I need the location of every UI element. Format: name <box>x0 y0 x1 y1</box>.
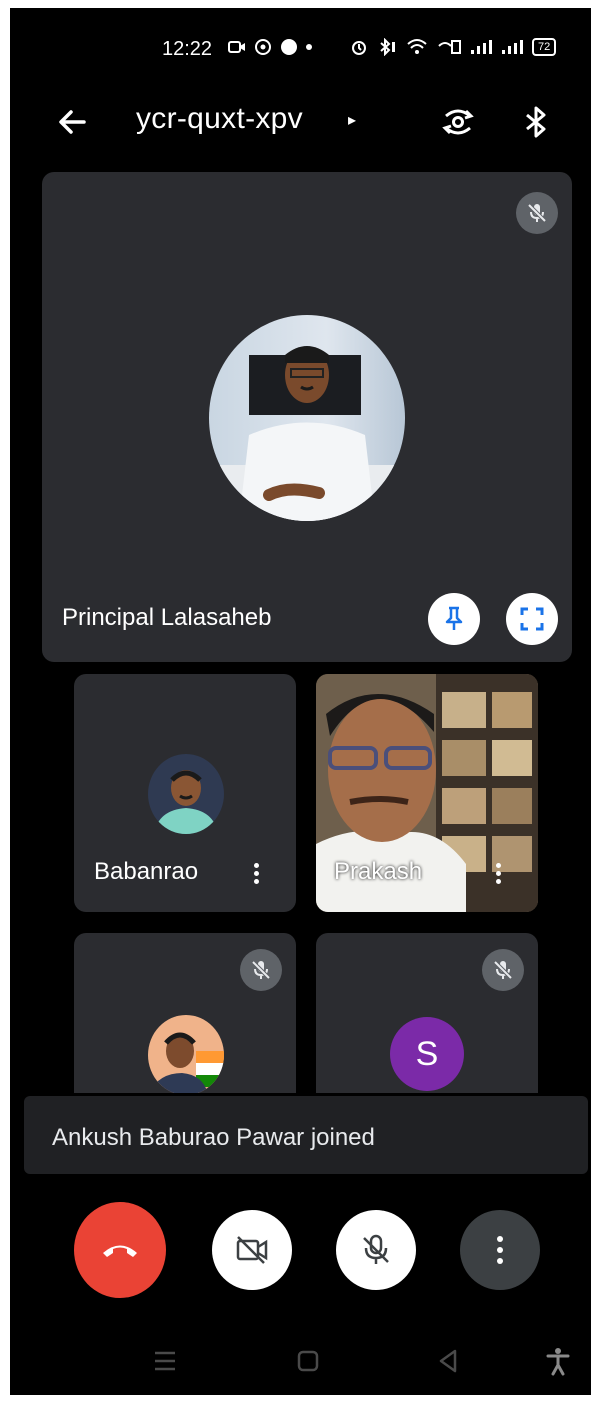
participant-tile-prakash[interactable]: Prakash <box>316 674 538 912</box>
fullscreen-button[interactable] <box>506 593 558 645</box>
microphone-toggle-button[interactable] <box>336 1210 416 1290</box>
meeting-header: ycr-quxt-xpv ▸ <box>10 88 591 158</box>
battery-level: 72 <box>532 38 557 56</box>
bluetooth-vibrate-icon <box>380 38 395 56</box>
mic-off-icon <box>527 203 547 223</box>
system-icons: 72 <box>350 38 557 56</box>
participant-tile-s[interactable]: S <box>316 933 538 1093</box>
initial-avatar: S <box>390 1017 464 1091</box>
avatar-principal <box>209 315 405 521</box>
alarm-icon <box>352 41 366 55</box>
signal-icon-2 <box>502 40 523 54</box>
participant-tile-main[interactable]: Principal Lalasaheb <box>42 172 572 662</box>
fullscreen-icon <box>520 607 544 631</box>
mic-off-icon <box>363 1234 389 1264</box>
participant-name: Prakash <box>334 858 423 885</box>
back-arrow-icon[interactable] <box>54 104 90 140</box>
participant-name: Principal Lalasaheb <box>62 604 272 631</box>
status-time: 12:22 <box>162 38 213 60</box>
pin-icon <box>445 606 463 630</box>
participant-tile-babanrao[interactable]: Babanrao <box>74 674 296 912</box>
hang-up-icon <box>103 1245 137 1257</box>
more-vert-icon <box>497 1236 503 1264</box>
home-icon[interactable] <box>293 1346 323 1376</box>
mic-off-badge <box>482 949 524 991</box>
status-bar: 12:22 72 <box>10 8 591 78</box>
jio-icon <box>281 39 297 55</box>
video-icon <box>228 41 245 53</box>
volte-icon <box>438 40 461 54</box>
end-call-button[interactable] <box>74 1202 166 1298</box>
system-nav-bar <box>10 1328 591 1395</box>
participant-name: Babanrao <box>94 858 199 885</box>
switch-camera-icon[interactable] <box>438 102 478 142</box>
wifi-icon <box>407 39 427 54</box>
menu-icon[interactable] <box>150 1346 180 1376</box>
meeting-code[interactable]: ycr-quxt-xpv <box>136 102 303 136</box>
mic-off-icon <box>493 960 513 980</box>
camera-toggle-button[interactable] <box>212 1210 292 1290</box>
notification-icons <box>228 38 312 56</box>
avatar-participant <box>148 1015 224 1093</box>
bluetooth-audio-icon[interactable] <box>516 102 556 142</box>
more-options-icon[interactable] <box>494 860 502 890</box>
whatsapp-icon <box>255 39 271 55</box>
more-options-button[interactable] <box>460 1210 540 1290</box>
phone-screen: 12:22 72 ycr-quxt-xpv ▸ Principal Lalasa… <box>10 8 591 1395</box>
mic-off-icon <box>251 960 271 980</box>
back-icon[interactable] <box>433 1346 463 1376</box>
join-notification: Ankush Baburao Pawar joined <box>24 1096 588 1174</box>
accessibility-icon[interactable] <box>543 1346 573 1376</box>
pin-button[interactable] <box>428 593 480 645</box>
signal-icon-1 <box>471 40 492 54</box>
mic-off-badge <box>240 949 282 991</box>
avatar-babanrao <box>148 754 224 834</box>
mic-off-badge <box>516 192 558 234</box>
participant-tile-3[interactable] <box>74 933 296 1093</box>
meeting-info-caret[interactable]: ▸ <box>348 110 356 130</box>
camera-off-icon <box>236 1236 268 1264</box>
more-options-icon[interactable] <box>252 860 260 890</box>
join-notification-text: Ankush Baburao Pawar joined <box>52 1124 375 1151</box>
dot-icon <box>306 44 312 50</box>
